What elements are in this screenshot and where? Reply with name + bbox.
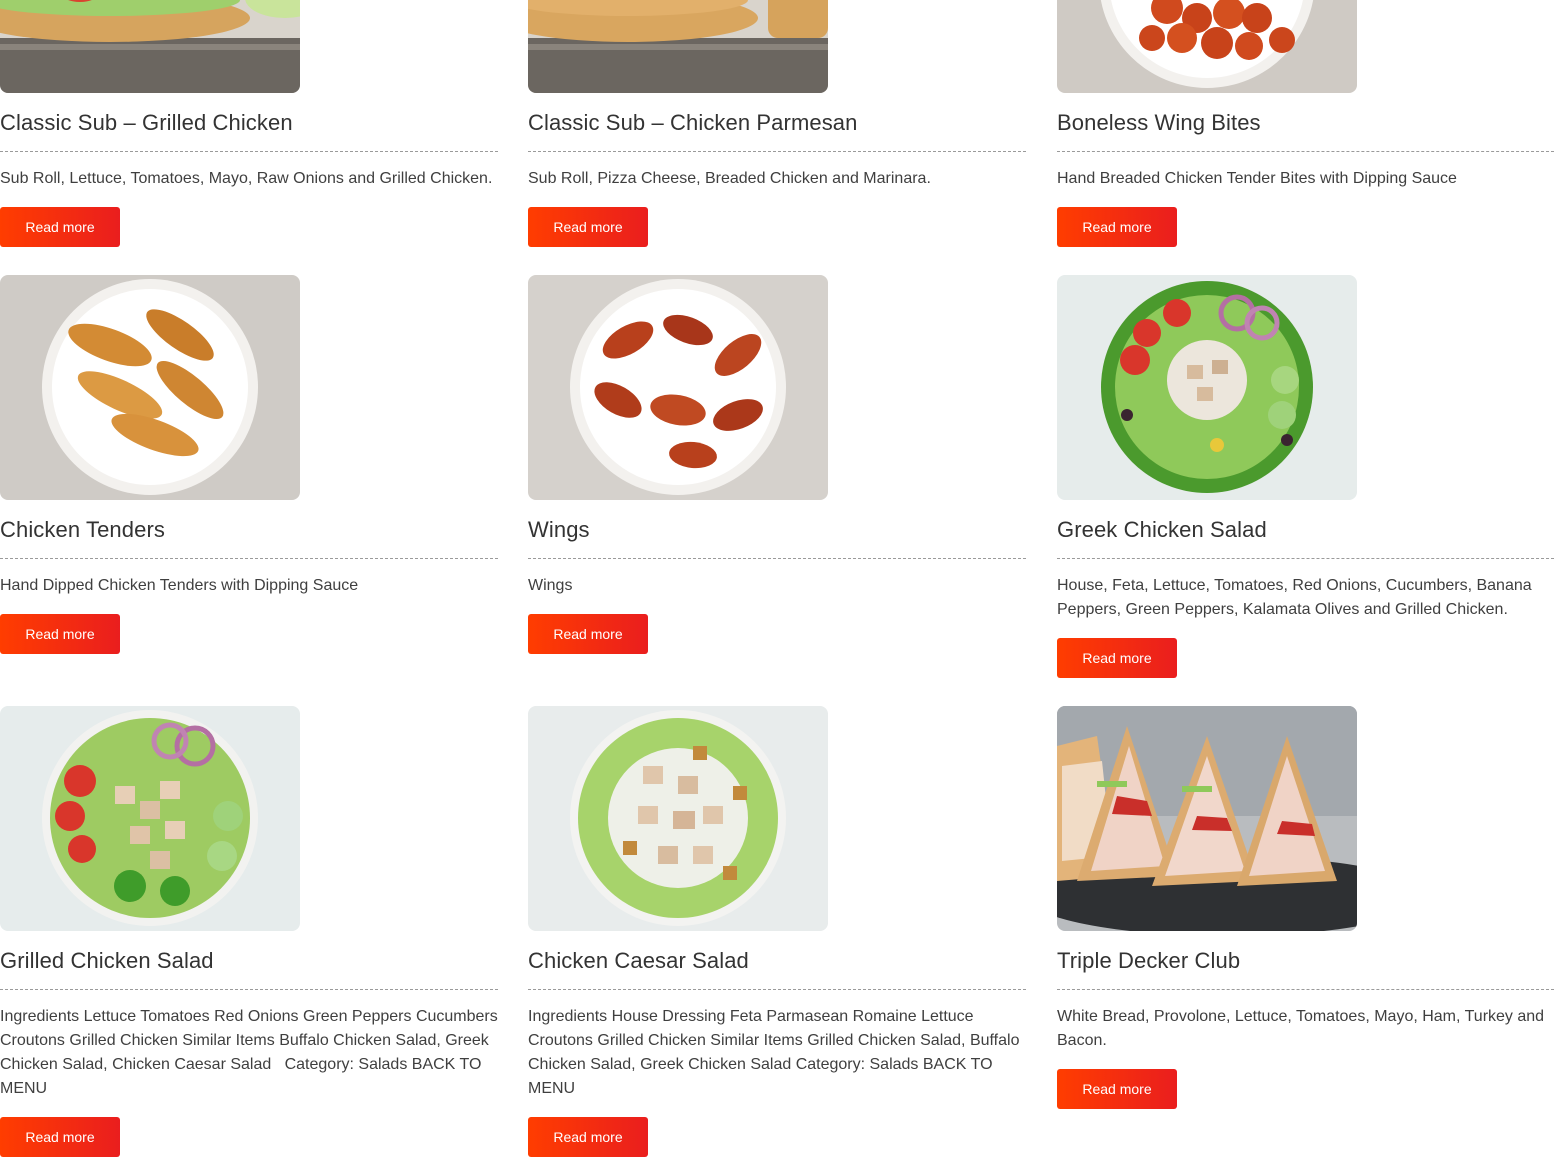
wings-image[interactable] <box>528 275 828 500</box>
menu-item-description: Ingredients House Dressing Feta Parmasea… <box>528 1008 1024 1097</box>
menu-item-title: Greek Chicken Salad <box>1057 517 1267 542</box>
title-divider <box>1057 989 1554 990</box>
menu-item-description: Wings <box>528 577 573 594</box>
menu-item-description: Sub Roll, Pizza Cheese, Breaded Chicken … <box>528 170 931 187</box>
menu-item-description: White Bread, Provolone, Lettuce, Tomatoe… <box>1057 1008 1549 1049</box>
grilled-chicken-salad-image[interactable] <box>0 706 300 931</box>
menu-item-title: Classic Sub – Chicken Parmesan <box>528 110 858 135</box>
menu-card: Triple Decker Club White Bread, Provolon… <box>1057 706 1554 1109</box>
title-divider <box>1057 558 1554 559</box>
menu-card: Classic Sub – Chicken Parmesan Sub Roll,… <box>528 0 1026 247</box>
menu-item-description: Hand Breaded Chicken Tender Bites with D… <box>1057 170 1457 187</box>
menu-item-title: Classic Sub – Grilled Chicken <box>0 110 293 135</box>
title-divider <box>0 989 498 990</box>
menu-item-title: Grilled Chicken Salad <box>0 948 214 973</box>
title-divider <box>1057 151 1554 152</box>
triple-decker-club-image[interactable] <box>1057 706 1357 931</box>
title-divider <box>528 989 1026 990</box>
menu-item-description: House, Feta, Lettuce, Tomatoes, Red Onio… <box>1057 577 1537 618</box>
menu-item-title: Wings <box>528 517 590 542</box>
read-more-button[interactable]: Read more <box>0 207 120 247</box>
chicken-parmesan-sub-image[interactable] <box>528 0 828 93</box>
read-more-button[interactable]: Read more <box>1057 207 1177 247</box>
read-more-button[interactable]: Read more <box>1057 1069 1177 1109</box>
read-more-button[interactable]: Read more <box>528 1117 648 1157</box>
menu-card: Grilled Chicken Salad Ingredients Lettuc… <box>0 706 498 1157</box>
menu-item-title: Triple Decker Club <box>1057 948 1241 973</box>
greek-chicken-salad-image[interactable] <box>1057 275 1357 500</box>
menu-item-title: Chicken Caesar Salad <box>528 948 749 973</box>
read-more-button[interactable]: Read more <box>1057 638 1177 678</box>
menu-card: Chicken Caesar Salad Ingredients House D… <box>528 706 1026 1157</box>
title-divider <box>0 151 498 152</box>
read-more-button[interactable]: Read more <box>0 1117 120 1157</box>
menu-item-description: Ingredients Lettuce Tomatoes Red Onions … <box>0 1008 503 1097</box>
title-divider <box>0 558 498 559</box>
title-divider <box>528 558 1026 559</box>
menu-card: Greek Chicken Salad House, Feta, Lettuce… <box>1057 275 1554 678</box>
menu-card: Boneless Wing Bites Hand Breaded Chicken… <box>1057 0 1554 247</box>
menu-item-title: Boneless Wing Bites <box>1057 110 1261 135</box>
menu-item-description: Sub Roll, Lettuce, Tomatoes, Mayo, Raw O… <box>0 170 493 187</box>
menu-card: Wings Wings Read more <box>528 275 1026 654</box>
title-divider <box>528 151 1026 152</box>
read-more-button[interactable]: Read more <box>528 207 648 247</box>
read-more-button[interactable]: Read more <box>0 614 120 654</box>
chicken-caesar-salad-image[interactable] <box>528 706 828 931</box>
boneless-wing-bites-image[interactable] <box>1057 0 1357 93</box>
menu-item-title: Chicken Tenders <box>0 517 165 542</box>
grilled-chicken-sub-image[interactable] <box>0 0 300 93</box>
menu-item-description: Hand Dipped Chicken Tenders with Dipping… <box>0 577 359 594</box>
chicken-tenders-image[interactable] <box>0 275 300 500</box>
read-more-button[interactable]: Read more <box>528 614 648 654</box>
menu-card: Chicken Tenders Hand Dipped Chicken Tend… <box>0 275 498 654</box>
menu-card: Classic Sub – Grilled Chicken Sub Roll, … <box>0 0 498 247</box>
